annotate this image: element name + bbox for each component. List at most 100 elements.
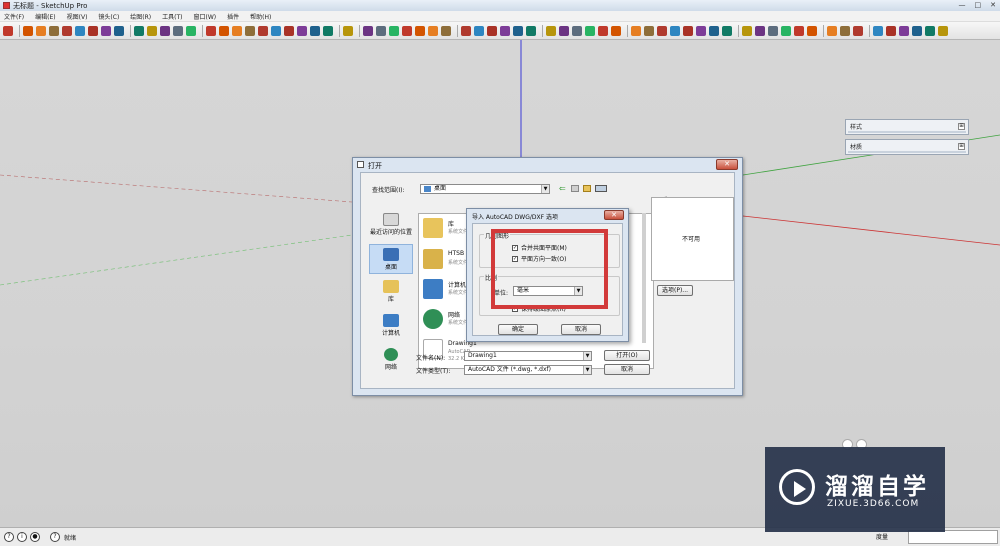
fog-icon[interactable] xyxy=(781,25,791,36)
sandbox-icon[interactable] xyxy=(631,25,641,36)
keep-origin-checkbox[interactable]: ✓ 保持绘图原点(R) xyxy=(512,304,566,313)
move-icon[interactable] xyxy=(134,25,144,36)
match-photo-icon[interactable] xyxy=(794,25,804,36)
place-desktop[interactable]: 桌面 xyxy=(369,244,413,274)
front-icon[interactable] xyxy=(389,25,399,36)
menu-help[interactable]: 帮助(H) xyxy=(250,12,271,21)
look-around-icon[interactable] xyxy=(323,25,333,36)
section-plane-icon[interactable] xyxy=(343,25,353,36)
chevron-down-icon[interactable]: ▼ xyxy=(583,366,591,374)
pencil-icon[interactable] xyxy=(23,25,33,36)
components-icon[interactable] xyxy=(709,25,719,36)
wireframe-icon[interactable] xyxy=(474,25,484,36)
monochrome-icon[interactable] xyxy=(526,25,536,36)
place-library[interactable]: 库 xyxy=(369,280,413,303)
minimize-button[interactable]: — xyxy=(959,1,966,9)
protractor-icon[interactable] xyxy=(572,25,582,36)
rotate-icon[interactable] xyxy=(147,25,157,36)
rectangle-icon[interactable] xyxy=(36,25,46,36)
credits-icon[interactable]: i xyxy=(17,532,27,542)
tape-icon[interactable] xyxy=(546,25,556,36)
axes-icon[interactable] xyxy=(598,25,608,36)
measurements-input[interactable] xyxy=(908,530,998,544)
warehouse-icon[interactable] xyxy=(807,25,817,36)
camera-icon[interactable] xyxy=(297,25,307,36)
open-button[interactable]: 打开(O) xyxy=(604,350,650,361)
right-icon[interactable] xyxy=(402,25,412,36)
union-icon[interactable] xyxy=(899,25,909,36)
materials-tray-expand-icon[interactable]: ⊞ xyxy=(958,143,965,150)
zoom-extents-icon[interactable] xyxy=(258,25,268,36)
up-folder-icon[interactable] xyxy=(571,185,579,192)
intersect-icon[interactable] xyxy=(886,25,896,36)
filename-combo[interactable]: Drawing1 ▼ xyxy=(464,351,592,361)
text-icon[interactable] xyxy=(585,25,595,36)
stamp-icon[interactable] xyxy=(657,25,667,36)
previous-view-icon[interactable] xyxy=(271,25,281,36)
add-detail-icon[interactable] xyxy=(683,25,693,36)
close-window-button[interactable]: ✕ xyxy=(990,1,996,9)
left-icon[interactable] xyxy=(428,25,438,36)
select-icon[interactable] xyxy=(3,25,13,36)
iso-icon[interactable] xyxy=(363,25,373,36)
orbit-icon[interactable] xyxy=(206,25,216,36)
back-arrow-icon[interactable]: ⇐ xyxy=(559,185,567,193)
circle-icon[interactable] xyxy=(49,25,59,36)
maximize-button[interactable]: □ xyxy=(975,1,982,9)
drape-icon[interactable] xyxy=(670,25,680,36)
push-pull-icon[interactable] xyxy=(114,25,124,36)
styles-icon[interactable] xyxy=(755,25,765,36)
dimension-icon[interactable] xyxy=(559,25,569,36)
scale-icon[interactable] xyxy=(160,25,170,36)
arc-icon[interactable] xyxy=(62,25,72,36)
filetype-combo[interactable]: AutoCAD 文件 (*.dwg, *.dxf) ▼ xyxy=(464,365,592,375)
shaded-icon[interactable] xyxy=(500,25,510,36)
extension-icon[interactable] xyxy=(840,25,850,36)
smoove-icon[interactable] xyxy=(644,25,654,36)
xray-icon[interactable] xyxy=(461,25,471,36)
open-dialog-close-button[interactable]: ✕ xyxy=(716,159,738,170)
paint-bucket-icon[interactable] xyxy=(101,25,111,36)
outer-shell-icon[interactable] xyxy=(873,25,883,36)
menu-plugins[interactable]: 插件 xyxy=(227,12,239,21)
import-ok-button[interactable]: 确定 xyxy=(498,324,538,335)
menu-camera[interactable]: 镜头(C) xyxy=(98,12,119,21)
split-icon[interactable] xyxy=(938,25,948,36)
menu-draw[interactable]: 绘图(R) xyxy=(130,12,151,21)
menu-tools[interactable]: 工具(T) xyxy=(162,12,182,21)
place-computer[interactable]: 计算机 xyxy=(369,314,413,337)
flip-edge-icon[interactable] xyxy=(696,25,706,36)
pan-icon[interactable] xyxy=(219,25,229,36)
next-view-icon[interactable] xyxy=(284,25,294,36)
zoom-window-icon[interactable] xyxy=(245,25,255,36)
shadows-icon[interactable] xyxy=(768,25,778,36)
orient-faces-checkbox[interactable]: ✓ 平面方向一致(O) xyxy=(512,254,566,263)
top-icon[interactable] xyxy=(376,25,386,36)
offset-icon[interactable] xyxy=(173,25,183,36)
back-icon[interactable] xyxy=(415,25,425,36)
options-button[interactable]: 选项(P)... xyxy=(657,285,693,296)
merge-coplanar-checkbox[interactable]: ✓ 合并共面平面(M) xyxy=(512,243,567,252)
geo-location-icon[interactable]: ? xyxy=(4,532,14,542)
textured-icon[interactable] xyxy=(513,25,523,36)
menu-view[interactable]: 视图(V) xyxy=(67,12,88,21)
trim-icon[interactable] xyxy=(925,25,935,36)
menu-edit[interactable]: 编辑(E) xyxy=(35,12,55,21)
eraser-icon[interactable] xyxy=(88,25,98,36)
styles-tray[interactable]: 样式 ⊞ xyxy=(845,119,969,135)
subtract-icon[interactable] xyxy=(912,25,922,36)
bottom-icon[interactable] xyxy=(441,25,451,36)
view-menu-icon[interactable] xyxy=(595,185,607,192)
walk-icon[interactable] xyxy=(310,25,320,36)
file-list-scrollbar[interactable] xyxy=(642,213,646,343)
lookin-combo[interactable]: 桌面 ▼ xyxy=(420,184,550,194)
user-icon[interactable]: ● xyxy=(30,532,40,542)
chevron-down-icon[interactable]: ▼ xyxy=(541,185,549,193)
materials-icon[interactable] xyxy=(742,25,752,36)
import-cancel-button[interactable]: 取消 xyxy=(561,324,601,335)
import-dialog-close-button[interactable]: ✕ xyxy=(604,210,624,220)
polygon-icon[interactable] xyxy=(75,25,85,36)
solid-icon[interactable] xyxy=(853,25,863,36)
chevron-down-icon[interactable]: ▼ xyxy=(574,287,582,295)
zoom-icon[interactable] xyxy=(232,25,242,36)
